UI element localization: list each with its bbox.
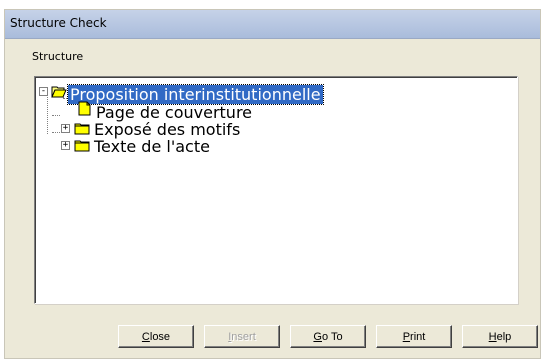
folder-icon (74, 140, 90, 152)
structure-tree[interactable]: - Proposition interinstitutionnelle Page… (34, 76, 518, 304)
tree-connector-line (47, 93, 48, 134)
tree-connector-line (52, 132, 60, 133)
structure-group-label: Structure (32, 50, 84, 63)
print-button[interactable]: Print (376, 325, 452, 348)
tree-node-label[interactable]: Texte de l'acte (92, 137, 212, 156)
go-to-button[interactable]: Go To (290, 325, 366, 348)
open-folder-icon (51, 86, 67, 98)
expand-toggle[interactable]: + (61, 124, 70, 133)
help-label: elp (496, 330, 512, 343)
folder-icon (74, 123, 90, 135)
close-label: lose (149, 330, 171, 343)
go-to-label: o To (321, 330, 343, 343)
document-icon (78, 101, 91, 116)
tree-node-label[interactable]: Proposition interinstitutionnelle (67, 84, 324, 105)
insert-label: nsert (231, 330, 256, 343)
title-bar[interactable]: Structure Check (5, 10, 540, 39)
dialog-title: Structure Check (10, 16, 107, 30)
go-to-accelerator: G (313, 330, 322, 343)
print-accelerator: P (402, 330, 411, 343)
collapse-toggle[interactable]: - (39, 87, 48, 96)
print-label: rint (410, 330, 426, 343)
close-button[interactable]: Close (118, 325, 194, 348)
expand-toggle[interactable]: + (61, 141, 70, 150)
help-button[interactable]: Help (462, 325, 538, 348)
help-accelerator: H (488, 330, 497, 343)
close-accelerator: C (141, 330, 150, 343)
insert-button[interactable]: Insert (204, 325, 280, 348)
tree-connector-line (52, 115, 60, 116)
structure-check-dialog: Structure Check Structure - Proposition … (4, 9, 541, 359)
